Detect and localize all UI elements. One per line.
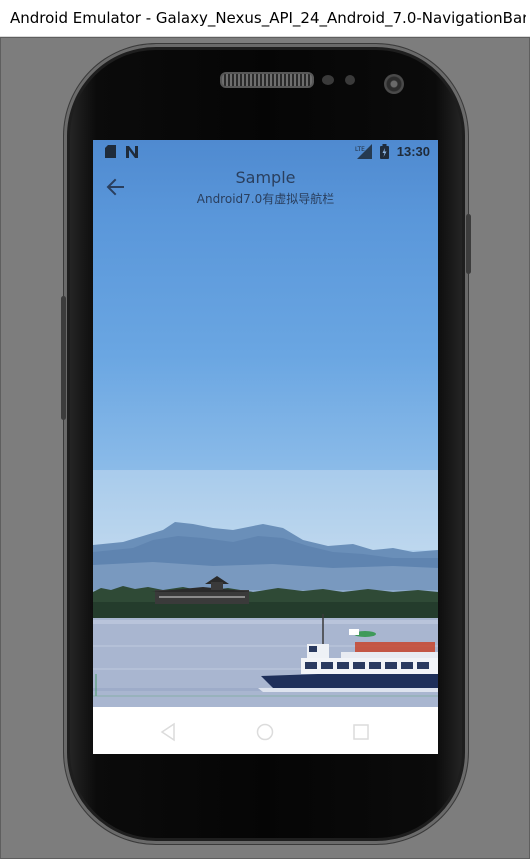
svg-text:LTE: LTE [355, 146, 365, 153]
app-toolbar: Sample Android7.0有虚拟导航栏 [93, 164, 438, 212]
lake-wallpaper-image [93, 140, 438, 707]
status-bar: LTE 13:30 [93, 140, 438, 164]
toolbar-subtitle: Android7.0有虚拟导航栏 [196, 192, 335, 206]
home-circle-icon[interactable] [253, 720, 277, 744]
earpiece-speaker [220, 72, 314, 88]
power-button[interactable] [466, 214, 471, 274]
proximity-sensor [322, 75, 334, 85]
recents-square-icon[interactable] [349, 720, 373, 744]
emulator-title-bar[interactable]: Android Emulator - Galaxy_Nexus_API_24_A… [0, 0, 530, 37]
window-title: Android Emulator - Galaxy_Nexus_API_24_A… [10, 9, 526, 27]
sd-card-icon [105, 145, 116, 158]
n-notification-icon [126, 146, 138, 158]
light-sensor [345, 75, 355, 85]
battery-icon [380, 144, 389, 159]
front-camera [384, 74, 404, 94]
back-triangle-icon[interactable] [156, 720, 180, 744]
navigation-bar [93, 707, 438, 754]
status-time: 13:30 [396, 144, 430, 159]
toolbar-title: Sample [235, 168, 296, 187]
device-screen[interactable]: LTE 13:30 Sample Android7.0有虚拟导航栏 [93, 140, 438, 754]
signal-icon: LTE [355, 144, 372, 159]
volume-button[interactable] [61, 296, 66, 420]
